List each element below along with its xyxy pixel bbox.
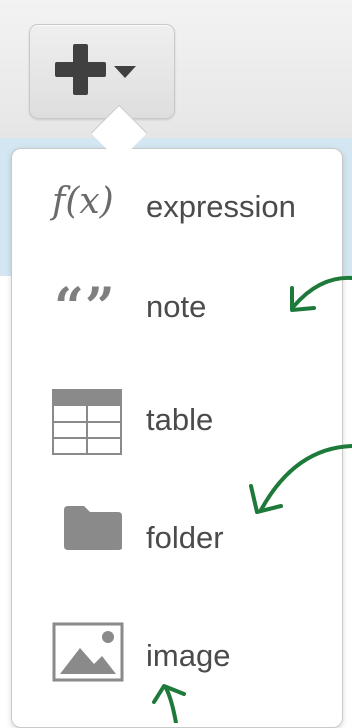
plus-icon-vertical [73, 44, 88, 95]
menu-item-label: folder [146, 520, 224, 555]
menu-item-label: expression [146, 189, 296, 224]
annotation-arrow-image [152, 684, 186, 723]
menu-item-label: image [146, 638, 231, 673]
menu-item-expression[interactable]: f(x) expression [12, 159, 344, 255]
annotation-arrow-note [290, 275, 352, 312]
function-icon: f(x) [52, 181, 114, 222]
annotation-arrow-folder [249, 444, 352, 514]
menu-item-label: table [146, 402, 214, 437]
menu-item-label: note [146, 289, 207, 324]
add-button[interactable] [29, 24, 175, 119]
add-item-menu: f(x) expression “” note table folder ima… [11, 148, 343, 728]
image-icon [52, 622, 124, 682]
caret-down-icon [114, 66, 136, 78]
folder-icon [64, 506, 122, 550]
quote-icon: “” [54, 277, 116, 338]
toolbar [0, 0, 352, 139]
table-icon [52, 389, 122, 455]
